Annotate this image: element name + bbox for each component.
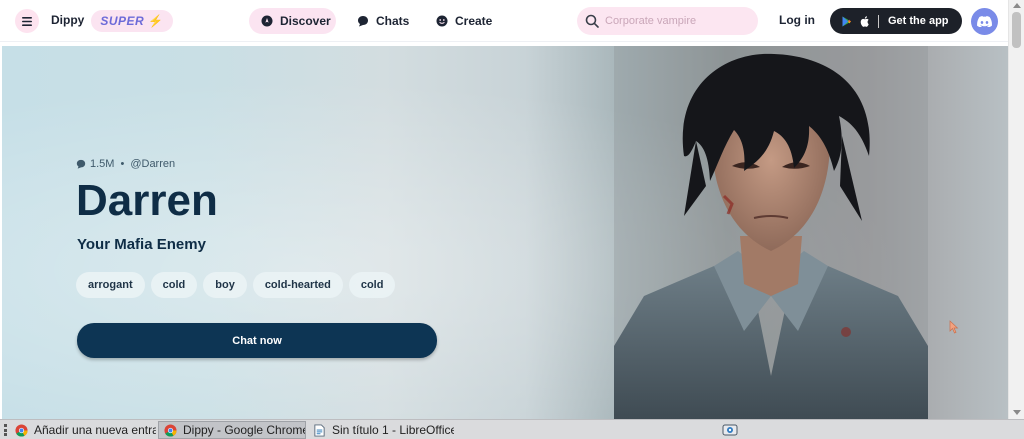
- apple-icon: [860, 15, 869, 27]
- brand-logo[interactable]: Dippy: [51, 13, 84, 27]
- taskbar-item-label: Añadir una nueva entra...: [34, 423, 156, 437]
- search-icon: [585, 14, 599, 28]
- get-app-button[interactable]: Get the app: [830, 8, 962, 34]
- discord-icon: [977, 16, 992, 27]
- super-label: SUPER: [100, 14, 145, 28]
- lightning-icon: ⚡: [148, 14, 164, 28]
- tag-list: arrogant cold boy cold-hearted cold: [76, 272, 401, 298]
- top-nav: Dippy SUPER ⚡ Discover Chats Create L: [0, 0, 1008, 42]
- get-app-label: Get the app: [888, 15, 949, 27]
- search-box[interactable]: [577, 7, 758, 35]
- scroll-down-arrow-icon[interactable]: [1013, 410, 1021, 415]
- chat-bubble-icon: [76, 159, 86, 169]
- nav-discover-label: Discover: [280, 14, 331, 28]
- hero-stats: 1.5M • @Darren: [76, 158, 175, 170]
- search-input[interactable]: [605, 15, 745, 27]
- taskbar-item[interactable]: Añadir una nueva entra...: [10, 421, 156, 439]
- tag-chip[interactable]: cold: [150, 272, 198, 298]
- taskbar-grip[interactable]: [4, 424, 7, 436]
- page-scrollbar[interactable]: [1008, 0, 1024, 419]
- login-link[interactable]: Log in: [779, 13, 815, 27]
- nav-create-label: Create: [455, 14, 493, 28]
- network-tray-icon[interactable]: [722, 423, 738, 437]
- taskbar-item-label: Sin título 1 - LibreOffice...: [332, 423, 454, 437]
- os-taskbar: Añadir una nueva entra... Dippy - Google…: [0, 419, 1024, 439]
- menu-button[interactable]: [15, 9, 39, 33]
- scroll-up-arrow-icon[interactable]: [1013, 3, 1021, 8]
- nav-create[interactable]: Create: [436, 8, 492, 34]
- separator-dot: •: [120, 158, 125, 170]
- taskbar-item[interactable]: Sin título 1 - LibreOffice...: [308, 421, 454, 439]
- super-badge[interactable]: SUPER ⚡: [91, 10, 173, 32]
- mouse-cursor-icon: [949, 320, 959, 334]
- tag-chip[interactable]: arrogant: [76, 272, 145, 298]
- tag-chip[interactable]: cold: [348, 272, 396, 298]
- chat-bubble-icon: [358, 16, 368, 27]
- tag-chip[interactable]: cold-hearted: [252, 272, 343, 298]
- hero-banner: 1.5M • @Darren Darren Your Mafia Enemy a…: [2, 46, 1008, 419]
- nav-chats-label: Chats: [376, 14, 410, 28]
- tag-chip[interactable]: boy: [203, 272, 247, 298]
- google-play-icon: [842, 16, 851, 26]
- creator-handle[interactable]: @Darren: [130, 158, 175, 170]
- taskbar-item-label: Dippy - Google Chrome: [183, 423, 306, 437]
- taskbar-item-active[interactable]: Dippy - Google Chrome: [158, 421, 306, 439]
- discord-button[interactable]: [971, 8, 998, 35]
- smile-icon: [436, 15, 448, 27]
- libreoffice-writer-icon: [314, 423, 325, 437]
- compass-icon: [261, 15, 273, 27]
- chat-count: 1.5M: [90, 158, 115, 170]
- chat-now-button[interactable]: Chat now: [77, 323, 437, 358]
- character-portrait: [614, 46, 928, 419]
- chrome-icon: [164, 423, 177, 437]
- chrome-icon: [15, 423, 28, 437]
- nav-discover[interactable]: Discover: [249, 8, 336, 34]
- character-tagline: Your Mafia Enemy: [77, 236, 206, 253]
- nav-chats[interactable]: Chats: [357, 8, 409, 34]
- hamburger-icon: [22, 16, 32, 26]
- divider: [878, 14, 879, 28]
- character-name: Darren: [76, 176, 218, 225]
- scroll-thumb[interactable]: [1012, 12, 1021, 48]
